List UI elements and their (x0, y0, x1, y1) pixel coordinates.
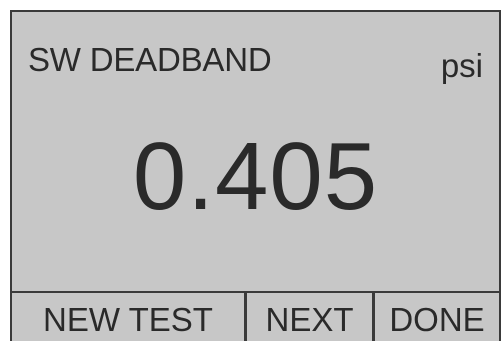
new-test-softkey[interactable]: NEW TEST (12, 293, 244, 341)
screen-header: SW DEADBAND psi (12, 12, 499, 102)
done-softkey[interactable]: DONE (372, 293, 499, 341)
pressure-unit: psi (440, 47, 483, 84)
mode-title: SW DEADBAND (28, 41, 272, 78)
lcd-screen: SW DEADBAND psi 0.405 NEW TEST NEXT DONE (10, 10, 501, 341)
deadband-reading: 0.405 (132, 123, 379, 230)
next-softkey[interactable]: NEXT (244, 293, 372, 341)
softkey-bar: NEW TEST NEXT DONE (12, 291, 499, 341)
